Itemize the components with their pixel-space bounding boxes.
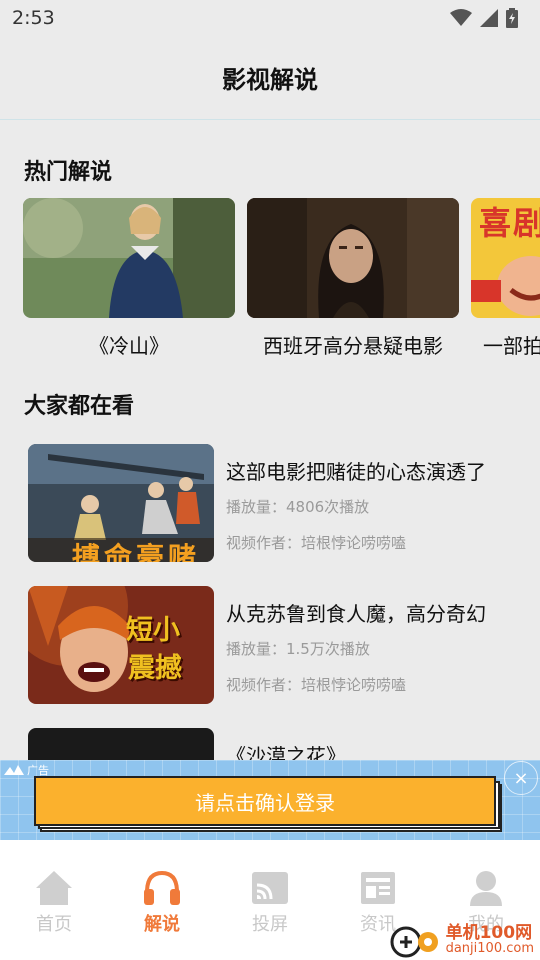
hot-section-title: 热门解说 bbox=[24, 160, 113, 185]
battery-charging-icon bbox=[506, 8, 518, 28]
watermark-logo-icon bbox=[390, 922, 442, 958]
page-title: 影视解说 bbox=[222, 66, 318, 94]
news-icon bbox=[358, 868, 398, 908]
ad-close-button[interactable]: × bbox=[504, 761, 538, 795]
watermark-main-text: 单机100网 bbox=[445, 923, 533, 943]
list-item[interactable]: 搏命豪赌 这部电影把赌徒的心态演透了 播放量：4806次播放 视频作者：培根悖论… bbox=[28, 444, 528, 564]
popular-section-title: 大家都在看 bbox=[24, 394, 135, 419]
watermark-sub-text: danji100.com bbox=[445, 941, 534, 956]
hot-card-thumbnail[interactable] bbox=[23, 198, 235, 318]
wifi-icon bbox=[450, 9, 472, 26]
hot-card-thumbnail[interactable] bbox=[247, 198, 459, 318]
list-item-title: 这部电影把赌徒的心态演透了 bbox=[226, 460, 486, 484]
tab-commentary[interactable]: 解说 bbox=[108, 840, 216, 960]
list-item-author: 视频作者：培根悖论唠唠嗑 bbox=[226, 676, 407, 694]
tab-home[interactable]: 首页 bbox=[0, 840, 108, 960]
tab-cast[interactable]: 投屏 bbox=[216, 840, 324, 960]
title-bar: 影视解说 bbox=[0, 36, 540, 120]
list-item-thumbnail-text: 震撼 bbox=[128, 653, 182, 684]
hot-card[interactable]: 喜剧 一部拍 bbox=[471, 198, 540, 359]
ad-logo-icon bbox=[4, 765, 24, 775]
watermark: 单机100网 danji100.com bbox=[390, 922, 534, 958]
ad-banner[interactable]: 广告 请点击确认登录 × bbox=[0, 760, 540, 840]
tab-label: 解说 bbox=[144, 914, 180, 935]
hot-carousel[interactable]: 《冷山》 西班牙高分悬疑电影 喜剧 一部拍 bbox=[0, 198, 540, 368]
hot-card-title: 《冷山》 bbox=[89, 334, 169, 358]
hot-card-title: 西班牙高分悬疑电影 bbox=[263, 334, 443, 358]
home-icon bbox=[34, 868, 74, 908]
list-item-thumbnail-text: 短小 bbox=[126, 615, 180, 646]
hot-card[interactable]: 西班牙高分悬疑电影 bbox=[247, 198, 459, 359]
list-item-author: 视频作者：培根悖论唠唠嗑 bbox=[226, 534, 407, 552]
list-item-views: 播放量：4806次播放 bbox=[226, 498, 370, 516]
user-icon bbox=[466, 868, 506, 908]
status-time: 2:53 bbox=[12, 7, 55, 29]
list-item[interactable]: 短小 震撼 从克苏鲁到食人魔，高分奇幻 播放量：1.5万次播放 视频作者：培根悖… bbox=[28, 586, 528, 706]
hot-card-thumbnail-text: 喜剧 bbox=[479, 204, 540, 242]
list-item-views: 播放量：1.5万次播放 bbox=[226, 640, 370, 658]
watermark-text: 单机100网 danji100.com bbox=[446, 924, 534, 956]
status-bar: 2:53 bbox=[0, 0, 540, 36]
hot-card-thumbnail[interactable]: 喜剧 bbox=[471, 198, 540, 318]
tab-label: 投屏 bbox=[252, 914, 288, 935]
cast-icon bbox=[250, 868, 290, 908]
list-item-thumbnail[interactable]: 搏命豪赌 bbox=[28, 444, 214, 562]
headphones-icon bbox=[142, 868, 182, 908]
status-icons bbox=[450, 8, 518, 28]
list-item-thumbnail[interactable]: 短小 震撼 bbox=[28, 586, 214, 704]
hot-card-title: 一部拍 bbox=[483, 334, 540, 358]
ad-login-button[interactable]: 请点击确认登录 bbox=[34, 776, 496, 826]
tab-label: 首页 bbox=[36, 914, 72, 935]
cellular-signal-icon bbox=[480, 9, 498, 27]
list-item-title: 从克苏鲁到食人魔，高分奇幻 bbox=[226, 602, 486, 626]
hot-card[interactable]: 《冷山》 bbox=[23, 198, 235, 359]
list-item-thumbnail-text: 搏命豪赌 bbox=[72, 541, 201, 562]
